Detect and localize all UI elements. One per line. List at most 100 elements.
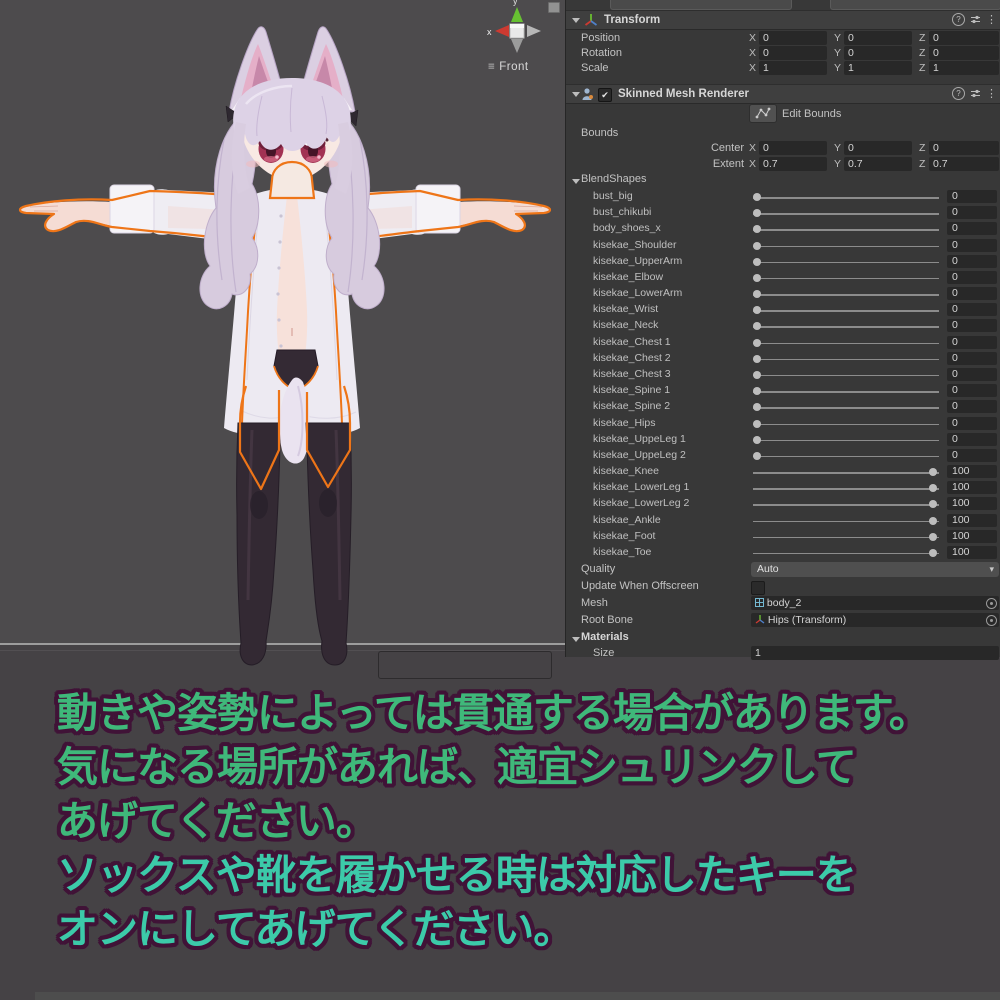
blendshape-slider-track[interactable]	[753, 213, 939, 215]
axis-value-field[interactable]: 0	[844, 31, 912, 45]
materials-size-field[interactable]: 1	[751, 646, 999, 660]
blendshape-slider-handle[interactable]	[929, 484, 937, 493]
layer-dropdown-partial[interactable]	[830, 0, 1000, 10]
blendshape-value-field[interactable]: 0	[947, 303, 997, 317]
smr-header[interactable]: ✔ Skinned Mesh Renderer ? ⋮	[566, 84, 1000, 104]
blendshape-slider-track[interactable]	[753, 439, 939, 442]
axis-value-field[interactable]: 0.7	[929, 157, 999, 171]
foldout-arrow-icon[interactable]	[572, 637, 580, 642]
blendshape-slider-track[interactable]	[753, 407, 939, 409]
blendshape-slider-track[interactable]	[753, 374, 939, 377]
kebab-menu-icon[interactable]: ⋮	[986, 88, 997, 100]
axis-value-field[interactable]: 0	[844, 141, 912, 155]
blendshape-slider-handle[interactable]	[929, 468, 937, 477]
transform-header[interactable]: Transform ? ⋮	[566, 10, 1000, 30]
blendshape-slider-track[interactable]	[753, 520, 939, 523]
blendshape-slider-handle[interactable]	[929, 548, 937, 557]
blendshape-slider-track[interactable]	[753, 391, 939, 393]
blendshape-value-field[interactable]: 0	[947, 367, 997, 381]
blendshape-slider-track[interactable]	[753, 552, 939, 555]
axis-value-field[interactable]: 1	[759, 61, 827, 75]
blendshape-slider-handle[interactable]	[753, 322, 761, 331]
mesh-object-field[interactable]: body_2	[751, 596, 999, 610]
blendshape-slider-track[interactable]	[753, 245, 939, 248]
blendshape-value-field[interactable]: 0	[947, 206, 997, 220]
blendshape-slider-track[interactable]	[753, 504, 939, 506]
tag-dropdown-partial[interactable]	[610, 0, 792, 10]
blendshape-slider-track[interactable]	[753, 423, 939, 426]
axis-value-field[interactable]: 1	[929, 61, 999, 75]
blendshape-slider-handle[interactable]	[753, 306, 761, 315]
blendshape-slider-track[interactable]	[753, 488, 939, 490]
blendshape-slider-handle[interactable]	[753, 241, 761, 250]
component-enabled-checkbox[interactable]: ✔	[598, 88, 612, 102]
quality-dropdown[interactable]: Auto ▾	[751, 562, 999, 577]
blendshape-slider-track[interactable]	[753, 261, 939, 264]
blendshape-value-field[interactable]: 0	[947, 190, 997, 203]
axis-value-field[interactable]: 0.7	[844, 157, 912, 171]
axis-value-field[interactable]: 0	[929, 46, 999, 60]
presets-icon[interactable]	[970, 14, 981, 25]
object-picker-icon[interactable]	[986, 598, 997, 609]
blendshape-value-field[interactable]: 0	[947, 351, 997, 365]
blendshape-slider-track[interactable]	[753, 455, 939, 458]
blendshape-slider-track[interactable]	[753, 342, 939, 345]
blendshape-slider-track[interactable]	[753, 197, 939, 199]
blendshape-value-field[interactable]: 0	[947, 254, 997, 268]
blendshape-slider-handle[interactable]	[753, 273, 761, 282]
blendshape-slider-handle[interactable]	[929, 500, 937, 509]
blendshape-slider-track[interactable]	[753, 472, 939, 474]
axis-value-field[interactable]: 0	[759, 31, 827, 45]
foldout-arrow-icon[interactable]	[572, 18, 580, 23]
blendshape-value-field[interactable]: 0	[947, 400, 997, 414]
blendshape-value-field[interactable]: 0	[947, 287, 997, 301]
axis-value-field[interactable]: 0.7	[759, 157, 827, 171]
blendshape-slider-track[interactable]	[753, 229, 939, 231]
axis-value-field[interactable]: 0	[844, 46, 912, 60]
edit-bounds-button[interactable]	[749, 104, 777, 123]
blendshape-value-field[interactable]: 100	[947, 481, 997, 495]
blendshape-value-field[interactable]: 0	[947, 238, 997, 252]
foldout-arrow-icon[interactable]	[572, 179, 580, 184]
root-bone-field[interactable]: Hips (Transform)	[751, 613, 999, 627]
help-icon[interactable]: ?	[952, 13, 965, 26]
offscreen-checkbox[interactable]	[751, 581, 765, 595]
blendshape-value-field[interactable]: 100	[947, 497, 997, 511]
blendshape-slider-handle[interactable]	[753, 290, 761, 299]
blendshape-slider-track[interactable]	[753, 358, 939, 361]
blendshape-slider-handle[interactable]	[753, 193, 761, 201]
help-icon[interactable]: ?	[952, 87, 965, 100]
blendshape-value-field[interactable]: 0	[947, 416, 997, 430]
presets-icon[interactable]	[970, 88, 981, 99]
blendshape-value-field[interactable]: 100	[947, 545, 997, 559]
blendshape-slider-handle[interactable]	[753, 451, 761, 460]
axis-value-field[interactable]: 1	[844, 61, 912, 75]
axis-value-field[interactable]: 0	[929, 31, 999, 45]
kebab-menu-icon[interactable]: ⋮	[986, 14, 997, 26]
blendshape-slider-track[interactable]	[753, 326, 939, 328]
blendshape-slider-handle[interactable]	[753, 257, 761, 266]
blendshape-value-field[interactable]: 0	[947, 335, 997, 349]
blendshape-slider-track[interactable]	[753, 294, 939, 296]
blendshape-slider-track[interactable]	[753, 536, 939, 539]
blendshape-slider-track[interactable]	[753, 277, 939, 280]
axis-value-field[interactable]: 0	[759, 141, 827, 155]
blendshape-slider-handle[interactable]	[753, 338, 761, 347]
blendshape-slider-handle[interactable]	[753, 419, 761, 428]
blendshape-slider-handle[interactable]	[753, 435, 761, 444]
object-picker-icon[interactable]	[986, 615, 997, 626]
foldout-arrow-icon[interactable]	[572, 92, 580, 97]
blendshape-slider-handle[interactable]	[929, 532, 937, 541]
blendshape-value-field[interactable]: 100	[947, 529, 997, 543]
blendshape-slider-track[interactable]	[753, 310, 939, 312]
character-model[interactable]	[0, 0, 565, 672]
blendshape-slider-handle[interactable]	[753, 370, 761, 379]
axis-value-field[interactable]: 0	[929, 141, 999, 155]
blendshape-value-field[interactable]: 0	[947, 432, 997, 446]
inspector-panel[interactable]: Transform ? ⋮ Position X 0 Y 0 Z 0 Rotation X 0 Y 0 Z…	[565, 0, 1000, 660]
blendshape-value-field[interactable]: 100	[947, 465, 997, 479]
blendshape-slider-handle[interactable]	[753, 387, 761, 396]
blendshape-slider-handle[interactable]	[753, 354, 761, 363]
blendshape-value-field[interactable]: 0	[947, 319, 997, 333]
blendshape-slider-handle[interactable]	[753, 403, 761, 412]
